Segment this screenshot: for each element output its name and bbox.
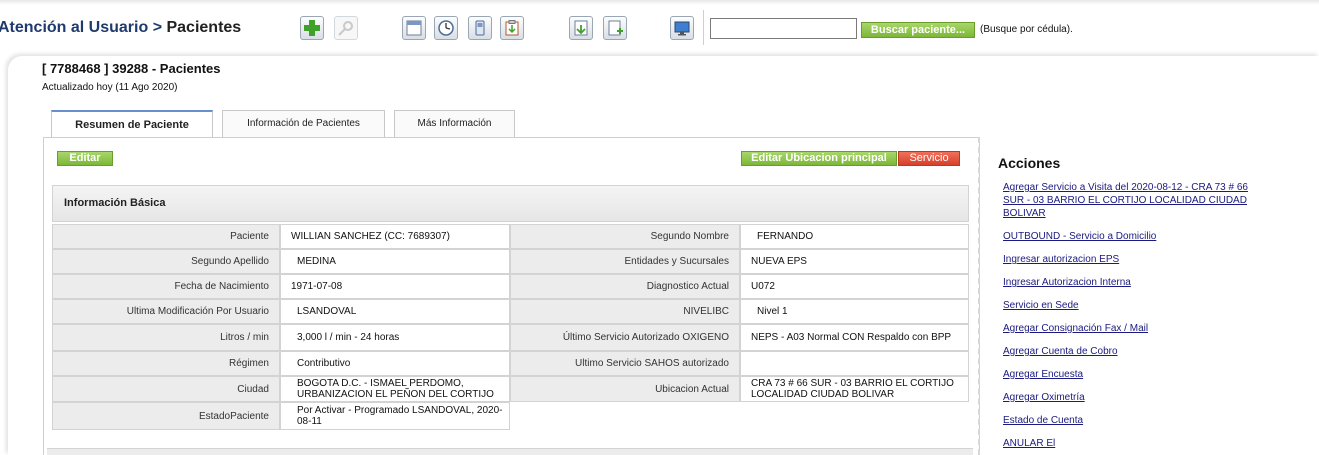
clipboard-icon[interactable]	[500, 16, 524, 40]
field-label-fecha-nacimiento: Fecha de Nacimiento	[52, 274, 280, 299]
field-label-segundo-nombre: Segundo Nombre	[510, 224, 740, 249]
section-header	[52, 185, 969, 222]
field-value-ciudad: BOGOTA D.C. - ISMAEL PERDOMO, URBANIZACI…	[280, 376, 510, 402]
field-label-ultimo-sahos: Ultimo Servicio SAHOS autorizado	[510, 351, 740, 376]
phone-icon[interactable]	[468, 16, 492, 40]
field-value-regimen: Contributivo	[280, 351, 510, 376]
action-agregar-encuesta[interactable]: Agregar Encuesta	[1003, 368, 1083, 381]
toolbar-separator	[703, 10, 704, 45]
content-divider	[978, 137, 980, 455]
field-value-ubicacion: CRA 73 # 66 SUR - 03 BARRIO EL CORTIJO L…	[740, 376, 969, 402]
action-agregar-consignacion[interactable]: Agregar Consignación Fax / Mail	[1003, 322, 1148, 335]
last-updated: Actualizado hoy (11 Ago 2020)	[42, 82, 178, 93]
field-label-diagnostico: Diagnostico Actual	[510, 274, 740, 299]
breadcrumb: Atención al Usuario > Pacientes	[0, 19, 241, 37]
download-icon[interactable]	[569, 16, 593, 40]
breadcrumb-parent[interactable]: Atención al Usuario	[0, 19, 148, 36]
field-value-estado: Por Activar - Programado LSANDOVAL, 2020…	[280, 402, 510, 430]
field-value-ultimo-sahos	[740, 351, 969, 376]
field-value-fecha-nacimiento: 1971-07-08	[280, 274, 510, 299]
clock-icon[interactable]	[434, 16, 458, 40]
edit-button[interactable]: Editar	[57, 151, 113, 166]
search-input[interactable]	[710, 18, 857, 39]
tab-resumen-paciente[interactable]: Resumen de Paciente	[51, 110, 213, 138]
search-patient-button[interactable]: Buscar paciente...	[861, 22, 975, 38]
section-title: Información Básica	[64, 197, 166, 209]
field-label-estado: EstadoPaciente	[52, 402, 280, 430]
document-add-icon[interactable]	[603, 16, 627, 40]
action-agregar-servicio-visita[interactable]: Agregar Servicio a Visita del 2020-08-12…	[1003, 181, 1253, 220]
field-label-paciente: Paciente	[52, 224, 280, 249]
field-label-ubicacion: Ubicacion Actual	[510, 376, 740, 402]
field-label-regimen: Régimen	[52, 351, 280, 376]
field-label-ciudad: Ciudad	[52, 376, 280, 402]
field-label-litros: Litros / min	[52, 324, 280, 351]
action-agregar-cuenta-cobro[interactable]: Agregar Cuenta de Cobro	[1003, 345, 1118, 358]
field-label-ultimo-oxigeno: Último Servicio Autorizado OXIGENO	[510, 324, 740, 351]
actions-title: Acciones	[998, 155, 1061, 171]
tab-informacion-pacientes[interactable]: Información de Pacientes	[222, 110, 385, 137]
field-value-paciente: WILLIAN SANCHEZ (CC: 7689307)	[280, 224, 510, 249]
page-title: [ 7788468 ] 39288 - Pacientes	[42, 61, 221, 76]
action-anular[interactable]: ANULAR El	[1003, 437, 1055, 450]
action-ingresar-autorizacion-eps[interactable]: Ingresar autorizacion EPS	[1003, 253, 1119, 266]
top-shadow	[0, 0, 1319, 5]
field-value-nivelibc: Nivel 1	[740, 299, 969, 324]
service-button[interactable]: Servicio	[898, 151, 960, 166]
field-label-segundo-apellido: Segundo Apellido	[52, 249, 280, 274]
tab-mas-informacion[interactable]: Más Información	[394, 110, 515, 137]
magnifier-icon[interactable]	[334, 16, 358, 40]
field-value-ultima-modificacion: LSANDOVAL	[280, 299, 510, 324]
field-value-diagnostico: U072	[740, 274, 969, 299]
action-outbound-domicilio[interactable]: OUTBOUND - Servicio a Domicilio	[1003, 230, 1156, 243]
field-value-segundo-nombre: FERNANDO	[740, 224, 969, 249]
add-icon[interactable]	[300, 16, 324, 40]
field-value-ultimo-oxigeno: NEPS - A03 Normal CON Respaldo con BPP	[740, 324, 969, 351]
breadcrumb-separator: >	[148, 19, 167, 36]
field-value-entidades: NUEVA EPS	[740, 249, 969, 274]
edit-location-button[interactable]: Editar Ubicacion principal	[741, 151, 897, 166]
action-ingresar-autorizacion-interna[interactable]: Ingresar Autorizacion Interna	[1003, 276, 1131, 289]
field-label-entidades: Entidades y Sucursales	[510, 249, 740, 274]
action-agregar-oximetria[interactable]: Agregar Oximetría	[1003, 391, 1085, 404]
next-section-header	[47, 448, 973, 455]
search-hint: (Busque por cédula).	[980, 24, 1073, 35]
breadcrumb-current: Pacientes	[166, 19, 242, 36]
monitor-icon[interactable]	[670, 16, 694, 40]
action-estado-de-cuenta[interactable]: Estado de Cuenta	[1003, 414, 1083, 427]
field-value-segundo-apellido: MEDINA	[280, 249, 510, 274]
calendar-window-icon[interactable]	[402, 16, 426, 40]
field-value-litros: 3,000 l / min - 24 horas	[280, 324, 510, 351]
field-label-nivelibc: NIVELIBC	[510, 299, 740, 324]
field-label-ultima-modificacion: Ultima Modificación Por Usuario	[52, 299, 280, 324]
action-servicio-en-sede[interactable]: Servicio en Sede	[1003, 299, 1079, 312]
